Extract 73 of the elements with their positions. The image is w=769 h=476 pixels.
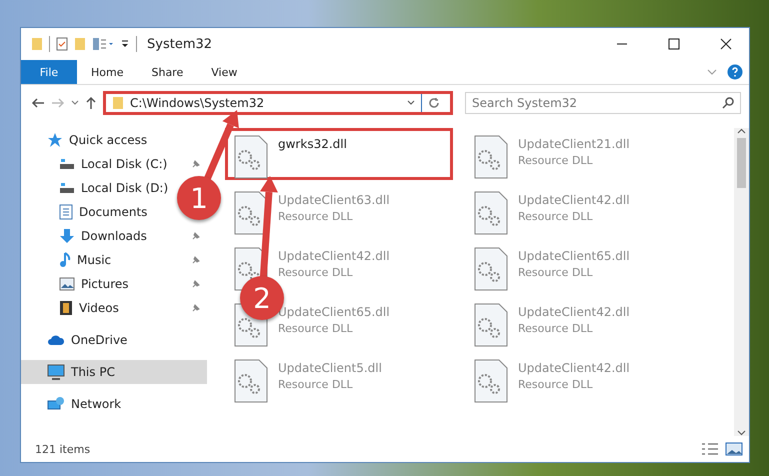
dll-file-icon <box>234 359 268 403</box>
cloud-icon <box>47 334 65 346</box>
dropdown-caret-icon[interactable] <box>120 39 130 49</box>
sidebar-item[interactable]: Downloads <box>21 224 207 248</box>
file-type: Resource DLL <box>278 378 354 391</box>
sidebar-item[interactable]: Local Disk (D:) <box>21 176 174 200</box>
ribbon-tab[interactable]: Share <box>137 60 198 84</box>
expand-ribbon-icon[interactable] <box>707 69 717 75</box>
file-type: Resource DLL <box>518 210 594 223</box>
maximize-icon <box>668 38 680 50</box>
file-name[interactable]: gwrks32.dll <box>278 137 347 151</box>
dropdown-caret-icon[interactable] <box>407 100 415 106</box>
monitor-icon <box>47 364 65 380</box>
drive-icon <box>59 181 75 195</box>
file-type: Resource DLL <box>278 322 354 335</box>
window-title: System32 <box>147 36 214 52</box>
sidebar-item[interactable]: OneDrive <box>21 328 134 352</box>
pin-icon <box>191 231 201 241</box>
sidebar-item[interactable]: Pictures <box>21 272 207 296</box>
back-arrow-icon[interactable] <box>31 97 45 109</box>
details-view-icon[interactable] <box>701 442 719 456</box>
document-icon <box>59 204 73 220</box>
sidebar-item[interactable]: Local Disk (C:) <box>21 152 207 176</box>
pin-icon <box>191 255 201 265</box>
address-bar[interactable]: C:\Windows\System32 <box>103 91 453 115</box>
up-arrow-icon[interactable] <box>85 96 97 110</box>
search-field[interactable]: Search System32 <box>465 92 741 114</box>
pin-icon <box>191 279 201 289</box>
dll-file-icon <box>474 359 508 403</box>
down-arrow-icon <box>59 228 75 244</box>
music-note-icon <box>59 252 71 268</box>
drive-icon <box>59 157 75 171</box>
sidebar-item[interactable]: Videos <box>21 296 207 320</box>
search-icon <box>722 97 734 109</box>
sidebar-item[interactable]: This PC <box>21 360 207 384</box>
network-icon <box>47 396 65 412</box>
file-type: Resource DLL <box>278 266 354 279</box>
dll-file-icon <box>234 191 268 235</box>
close-icon <box>720 38 732 50</box>
scroll-up-icon <box>737 128 746 134</box>
star-icon <box>47 132 63 148</box>
folder-icon <box>112 96 124 110</box>
recent-caret-icon[interactable] <box>71 100 79 106</box>
scrollbar-thumb[interactable] <box>737 138 746 188</box>
sidebar-item[interactable]: Music <box>21 248 207 272</box>
film-icon <box>59 300 73 316</box>
item-count: 121 items <box>35 442 92 456</box>
list-view-icon[interactable] <box>92 37 114 51</box>
dll-file-icon <box>474 303 508 347</box>
refresh-icon[interactable] <box>428 97 440 109</box>
pin-icon <box>191 303 201 313</box>
properties-icon[interactable] <box>56 37 68 51</box>
help-icon[interactable] <box>727 64 743 80</box>
dll-file-icon <box>234 135 268 179</box>
dll-file-icon <box>474 191 508 235</box>
file-type: Resource DLL <box>518 154 594 167</box>
scrollbar[interactable] <box>734 128 749 436</box>
dll-file-icon <box>474 135 508 179</box>
sidebar-item[interactable]: Network <box>21 392 128 416</box>
ribbon-tab[interactable]: Home <box>77 60 138 84</box>
ribbon-tab[interactable]: File <box>21 60 77 84</box>
sidebar-item[interactable]: Quick access <box>21 128 154 152</box>
large-icons-view-icon[interactable] <box>725 442 743 456</box>
file-type: Resource DLL <box>518 378 594 391</box>
dll-file-icon <box>474 247 508 291</box>
ribbon-tab[interactable]: View <box>197 60 252 84</box>
picture-icon <box>59 277 75 291</box>
file-type: Resource DLL <box>518 322 594 335</box>
pin-icon <box>191 159 201 169</box>
scroll-down-icon <box>737 430 746 436</box>
file-type: Resource DLL <box>278 210 354 223</box>
file-type: Resource DLL <box>518 266 594 279</box>
sidebar-item[interactable]: Documents <box>21 200 154 224</box>
